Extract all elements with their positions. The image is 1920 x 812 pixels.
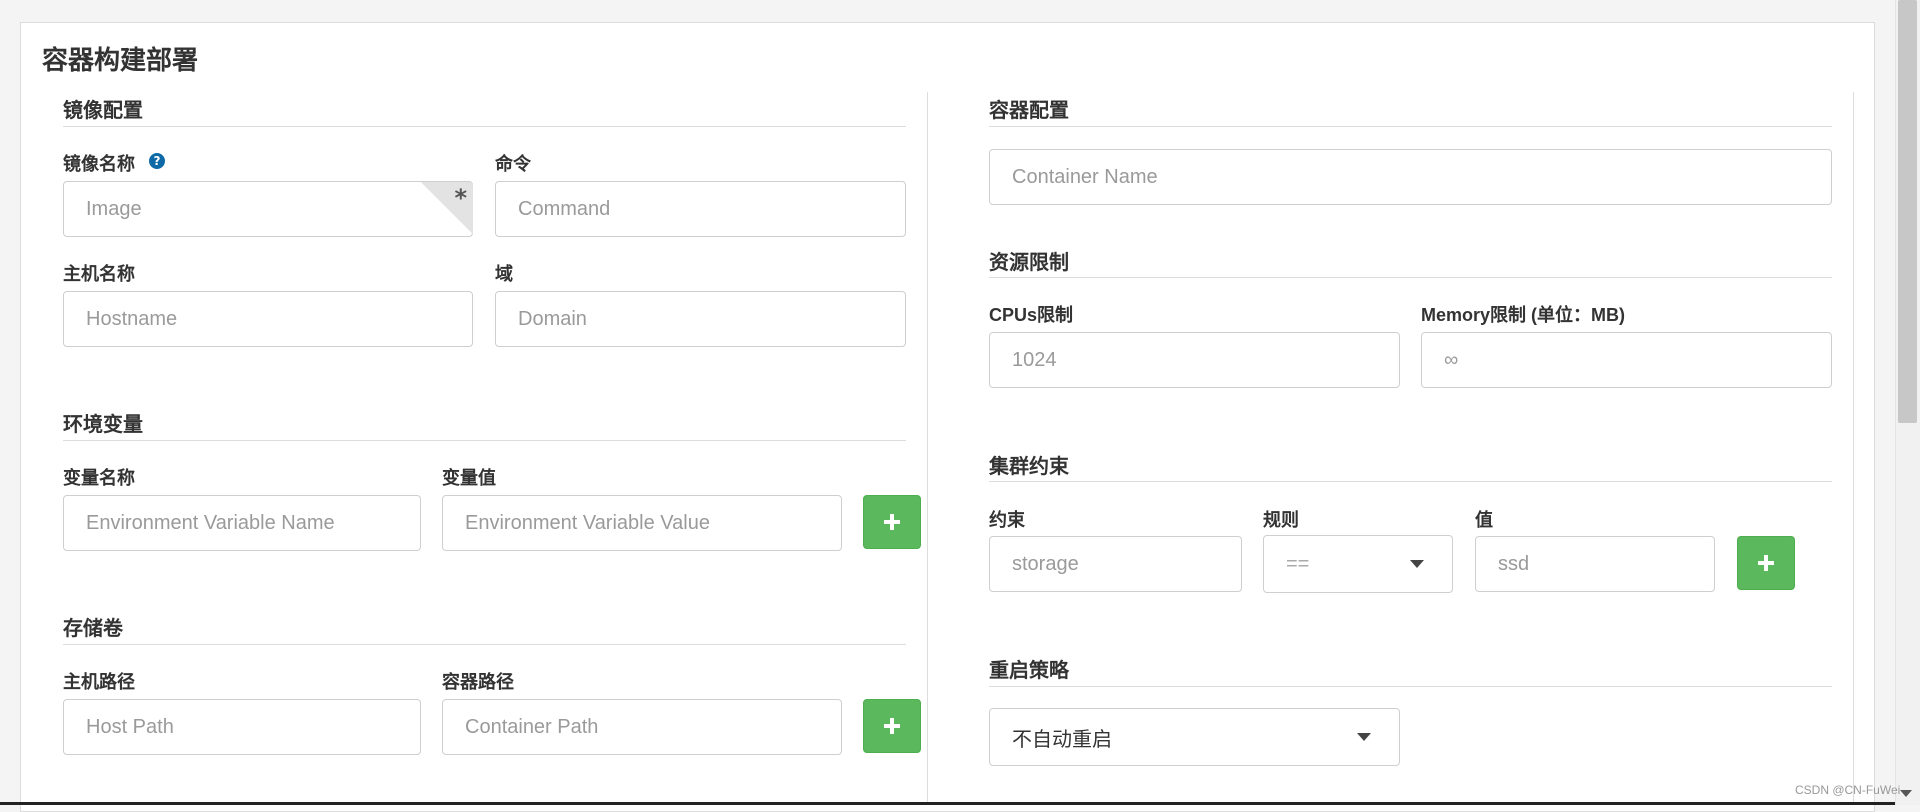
env-title: 环境变量: [63, 414, 143, 436]
hostname-label: 主机名称: [63, 264, 135, 284]
container-path-input[interactable]: [442, 699, 842, 755]
env-value-input[interactable]: [442, 495, 842, 551]
memory-label: Memory限制 (单位：MB): [1421, 305, 1626, 325]
env-value-label: 变量值: [442, 468, 496, 488]
right-column-border: [1853, 92, 1854, 805]
hostname-input[interactable]: [63, 291, 473, 347]
caret-down-icon: [1357, 733, 1371, 741]
env-name-input[interactable]: [63, 495, 421, 551]
add-constraint-button[interactable]: [1737, 536, 1795, 590]
image-label: 镜像名称: [63, 154, 135, 174]
plus-icon: [1758, 555, 1774, 571]
question-icon[interactable]: ?: [149, 153, 165, 169]
domain-input[interactable]: [495, 291, 906, 347]
command-input[interactable]: [495, 181, 906, 237]
rule-select[interactable]: ==: [1263, 535, 1453, 593]
cpu-input[interactable]: [989, 332, 1400, 388]
cpu-label: CPUs限制: [989, 305, 1074, 325]
plus-icon: [884, 718, 900, 734]
scrollbar-thumb[interactable]: [1898, 0, 1917, 423]
constraints-title: 集群约束: [989, 456, 1069, 478]
add-env-button[interactable]: [863, 495, 921, 549]
restart-policy-value: 不自动重启: [1012, 728, 1112, 751]
image-config-title: 镜像配置: [63, 100, 143, 122]
watermark: CSDN @CN-FuWei: [1795, 783, 1901, 797]
section-rule: [63, 644, 906, 645]
volumes-title: 存储卷: [63, 618, 123, 640]
section-rule: [989, 686, 1832, 687]
env-name-label: 变量名称: [63, 468, 135, 488]
restart-title: 重启策略: [989, 660, 1069, 682]
constraint-input[interactable]: [989, 536, 1242, 592]
section-rule: [989, 126, 1832, 127]
container-name-input[interactable]: [989, 149, 1832, 205]
asterisk-icon: *: [454, 184, 467, 212]
image-input[interactable]: [63, 181, 473, 237]
section-rule: [989, 277, 1832, 278]
restart-policy-select[interactable]: 不自动重启: [989, 708, 1400, 766]
section-rule: [63, 440, 906, 441]
add-volume-button[interactable]: [863, 699, 921, 753]
value-label: 值: [1475, 510, 1493, 530]
plus-icon: [884, 514, 900, 530]
command-label: 命令: [495, 154, 531, 174]
section-rule: [989, 481, 1832, 482]
resources-title: 资源限制: [989, 252, 1069, 274]
rule-label: 规则: [1263, 510, 1299, 530]
domain-label: 域: [495, 264, 513, 284]
host-path-input[interactable]: [63, 699, 421, 755]
deploy-card: [20, 22, 1875, 812]
rule-select-value: ==: [1286, 552, 1310, 575]
required-marker: *: [421, 182, 473, 234]
constraint-value-input[interactable]: [1475, 536, 1715, 592]
memory-input[interactable]: [1421, 332, 1832, 388]
card-title: 容器构建部署: [42, 45, 199, 75]
container-config-title: 容器配置: [989, 100, 1069, 122]
section-rule: [63, 126, 906, 127]
caret-down-icon: [1410, 560, 1424, 568]
container-path-label: 容器路径: [442, 672, 514, 692]
column-divider: [927, 92, 928, 805]
constraint-label: 约束: [989, 510, 1025, 530]
scroll-down-icon[interactable]: [1900, 790, 1912, 797]
host-path-label: 主机路径: [63, 672, 135, 692]
